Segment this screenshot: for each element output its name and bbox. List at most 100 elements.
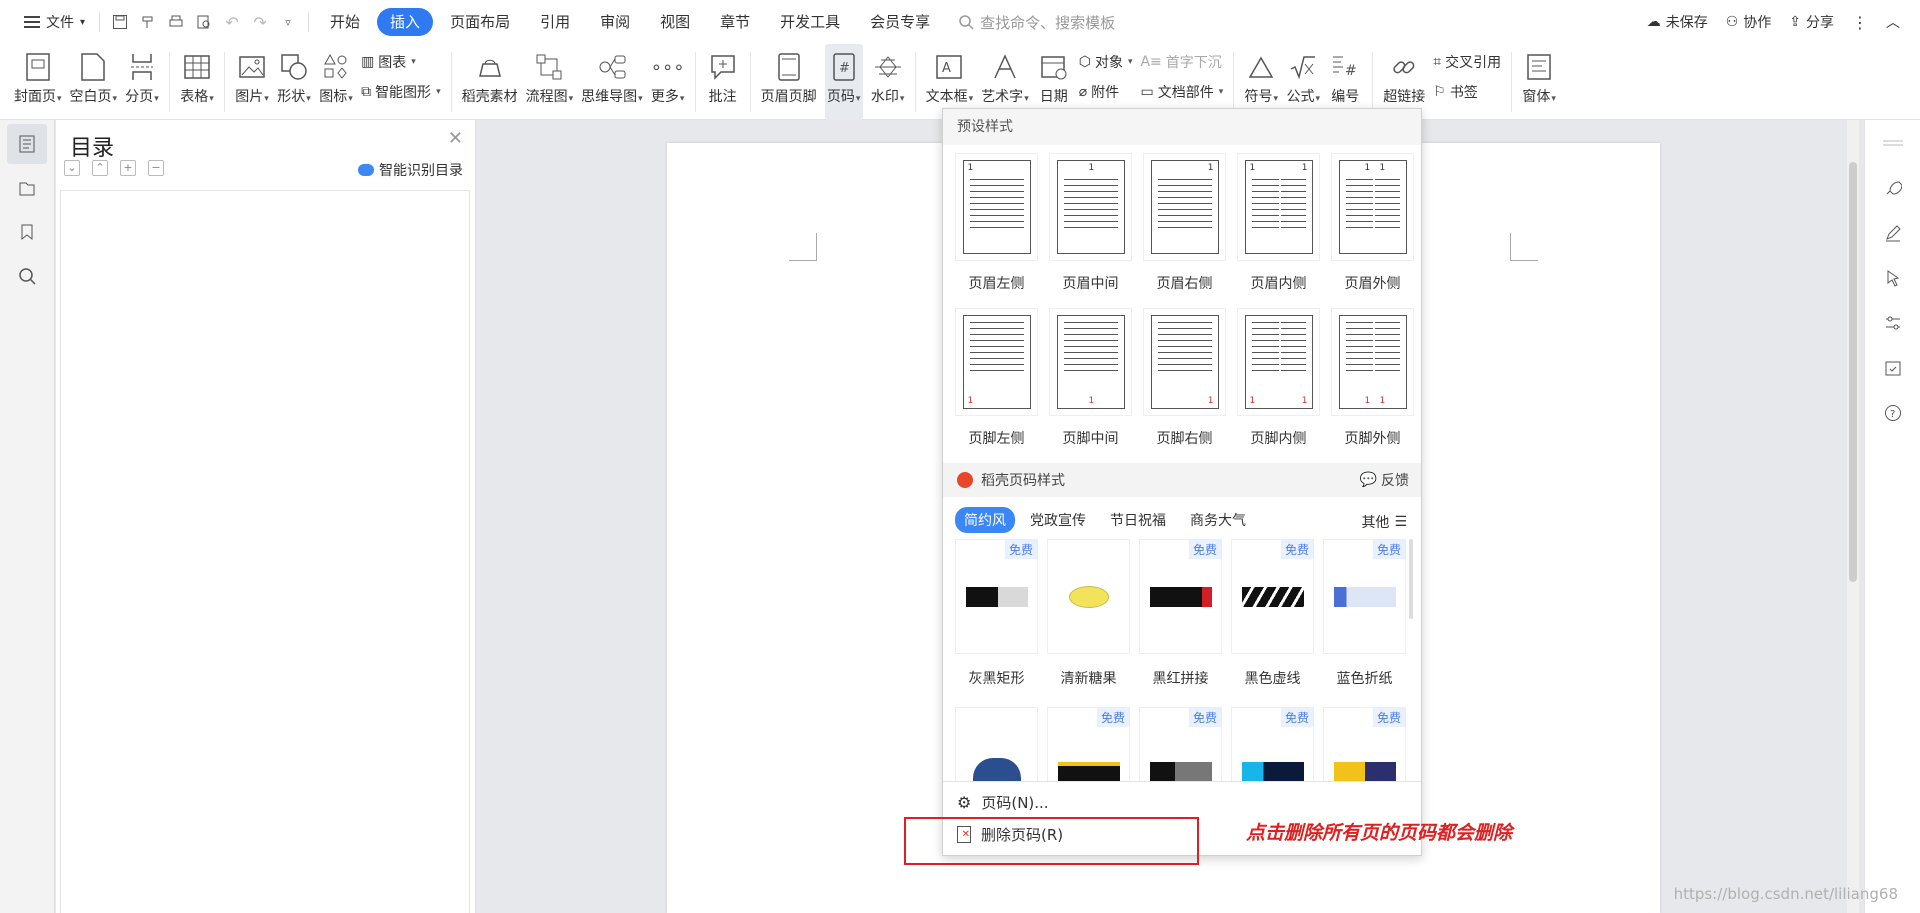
unsaved-status[interactable]: ☁ 未保存: [1647, 12, 1708, 32]
watermark-button[interactable]: 水印▾: [871, 44, 905, 120]
picture-button[interactable]: 图片▾: [235, 44, 269, 120]
expand-icon[interactable]: ⌄: [64, 160, 80, 176]
mindmap-button[interactable]: 思维导图▾: [581, 44, 643, 120]
customize-chevron-icon[interactable]: ▿: [274, 8, 302, 36]
attachment-button[interactable]: ⌀ 附件: [1079, 80, 1133, 104]
smart-toc-button[interactable]: 智能识别目录: [358, 160, 463, 180]
paperclip-icon: ⌀: [1078, 84, 1088, 100]
feedback-button[interactable]: 💬 反馈: [1360, 470, 1409, 490]
tab-review[interactable]: 审阅: [587, 8, 643, 36]
style-header-center[interactable]: 1 页眉中间: [1049, 153, 1132, 293]
comment-button[interactable]: 批注: [706, 44, 740, 120]
template-item[interactable]: 免费: [1323, 707, 1406, 781]
filter-tab-party[interactable]: 党政宣传: [1021, 507, 1095, 533]
rocket-icon[interactable]: [1865, 165, 1920, 210]
style-footer-left[interactable]: 1 页脚左侧: [955, 308, 1038, 448]
style-header-inside[interactable]: 11 页眉内侧: [1237, 153, 1320, 293]
template-fresh-candy[interactable]: 清新糖果: [1047, 539, 1130, 688]
help-icon[interactable]: ?: [1865, 390, 1920, 435]
share-button[interactable]: ⇪ 分享: [1789, 12, 1834, 32]
format-painter-icon[interactable]: [134, 8, 162, 36]
cursor-icon[interactable]: [1865, 255, 1920, 300]
sliders-icon[interactable]: [1865, 300, 1920, 345]
filter-tab-festival[interactable]: 节日祝福: [1101, 507, 1175, 533]
undo-icon[interactable]: ↶: [218, 8, 246, 36]
page-break-icon: [125, 50, 159, 84]
tab-home[interactable]: 开始: [317, 8, 373, 36]
collapse-ribbon-icon[interactable]: ︿: [1886, 12, 1900, 32]
bookmark-button[interactable]: ⚐ 书签: [1433, 80, 1501, 104]
remove-level-icon[interactable]: −: [148, 160, 164, 176]
chart-button[interactable]: ▥ 图表 ▾: [361, 50, 441, 74]
shape-button[interactable]: 形状▾: [277, 44, 311, 120]
template-item[interactable]: 免费: [1231, 707, 1314, 781]
template-item[interactable]: 免费: [1139, 707, 1222, 781]
collab-button[interactable]: ⚇ 协作: [1726, 12, 1772, 32]
template-item[interactable]: [955, 707, 1038, 781]
scrollbar-thumb[interactable]: [1849, 162, 1857, 582]
command-search[interactable]: 查找命令、搜索模板: [959, 12, 1115, 33]
style-footer-right[interactable]: 1 页脚右侧: [1143, 308, 1226, 448]
tab-references[interactable]: 引用: [527, 8, 583, 36]
style-header-left[interactable]: 1 页眉左侧: [955, 153, 1038, 293]
pen-icon[interactable]: [1865, 210, 1920, 255]
vertical-scrollbar[interactable]: [1847, 120, 1859, 913]
object-button[interactable]: ⬡ 对象 ▾: [1079, 50, 1133, 74]
tab-view[interactable]: 视图: [647, 8, 703, 36]
save-icon[interactable]: [106, 8, 134, 36]
style-footer-inside[interactable]: 11 页脚内侧: [1237, 308, 1320, 448]
page-number-settings-item[interactable]: ⚙ 页码(N)...: [957, 792, 1049, 813]
other-filter-button[interactable]: 其他 ☰: [1361, 512, 1407, 532]
template-scrollbar[interactable]: [1409, 539, 1413, 619]
table-button[interactable]: 表格▾: [180, 44, 214, 120]
page-break-button[interactable]: 分页▾: [125, 44, 159, 120]
tab-member[interactable]: 会员专享: [857, 8, 943, 36]
file-menu[interactable]: 文件 ▾: [16, 12, 93, 32]
tab-developer[interactable]: 开发工具: [767, 8, 853, 36]
style-footer-center[interactable]: 1 页脚中间: [1049, 308, 1132, 448]
margin-marker: [789, 233, 817, 261]
header-footer-button[interactable]: 页眉页脚: [761, 44, 817, 120]
blank-page-button[interactable]: 空白页▾: [70, 44, 117, 120]
template-item[interactable]: 免费: [1047, 707, 1130, 781]
print-preview-icon[interactable]: [190, 8, 218, 36]
template-blue-fold[interactable]: 免费 蓝色折纸: [1323, 539, 1406, 688]
style-label: 页眉右侧: [1156, 276, 1213, 292]
find-icon[interactable]: [7, 256, 47, 296]
template-black-dashed[interactable]: 免费 黑色虚线: [1231, 539, 1314, 688]
cover-page-button[interactable]: 封面页▾: [14, 44, 62, 120]
close-icon[interactable]: ✕: [448, 128, 463, 149]
window-label: 窗体: [1522, 89, 1551, 105]
dropcap-button[interactable]: A≡ 首字下沉: [1140, 50, 1223, 74]
more-options-icon[interactable]: ⋮: [1852, 13, 1868, 32]
page-number-button[interactable]: # 页码▾: [824, 44, 863, 120]
smartart-button[interactable]: ⧉ 智能图形 ▾: [361, 80, 441, 104]
filter-tab-business[interactable]: 商务大气: [1181, 507, 1255, 533]
crossref-button[interactable]: ⌗ 交叉引用: [1433, 50, 1501, 74]
filter-tab-simple[interactable]: 简约风: [955, 507, 1015, 533]
style-header-right[interactable]: 1 页眉右侧: [1143, 153, 1226, 293]
bookmark-panel-icon[interactable]: [7, 212, 47, 252]
more-button[interactable]: ∘∘∘ 更多▾: [651, 44, 685, 120]
daoke-material-button[interactable]: 稻壳素材: [462, 44, 518, 120]
window-button[interactable]: 窗体▾: [1522, 44, 1556, 120]
toc-panel-icon[interactable]: [7, 124, 47, 164]
docpart-button[interactable]: ▭ 文档部件 ▾: [1140, 80, 1223, 104]
add-level-icon[interactable]: +: [120, 160, 136, 176]
template-black-red[interactable]: 免费 黑红拼接: [1139, 539, 1222, 688]
redo-icon[interactable]: ↷: [246, 8, 274, 36]
flowchart-button[interactable]: 流程图▾: [526, 44, 573, 120]
collapse-icon[interactable]: ⌃: [92, 160, 108, 176]
tab-insert[interactable]: 插入: [377, 8, 434, 36]
tab-section[interactable]: 章节: [707, 8, 763, 36]
tab-page-layout[interactable]: 页面布局: [437, 8, 523, 36]
print-icon[interactable]: [162, 8, 190, 36]
divider: [749, 52, 751, 112]
icon-button[interactable]: 图标▾: [319, 44, 353, 120]
style-header-outside[interactable]: 11 页眉外侧: [1331, 153, 1414, 293]
style-footer-outside[interactable]: 11 页脚外侧: [1331, 308, 1414, 448]
task-box-icon[interactable]: [1865, 345, 1920, 390]
drag-handle-icon[interactable]: [1865, 120, 1920, 165]
template-gray-black[interactable]: 免费 灰黑矩形: [955, 539, 1038, 688]
chapter-nav-icon[interactable]: [7, 168, 47, 208]
